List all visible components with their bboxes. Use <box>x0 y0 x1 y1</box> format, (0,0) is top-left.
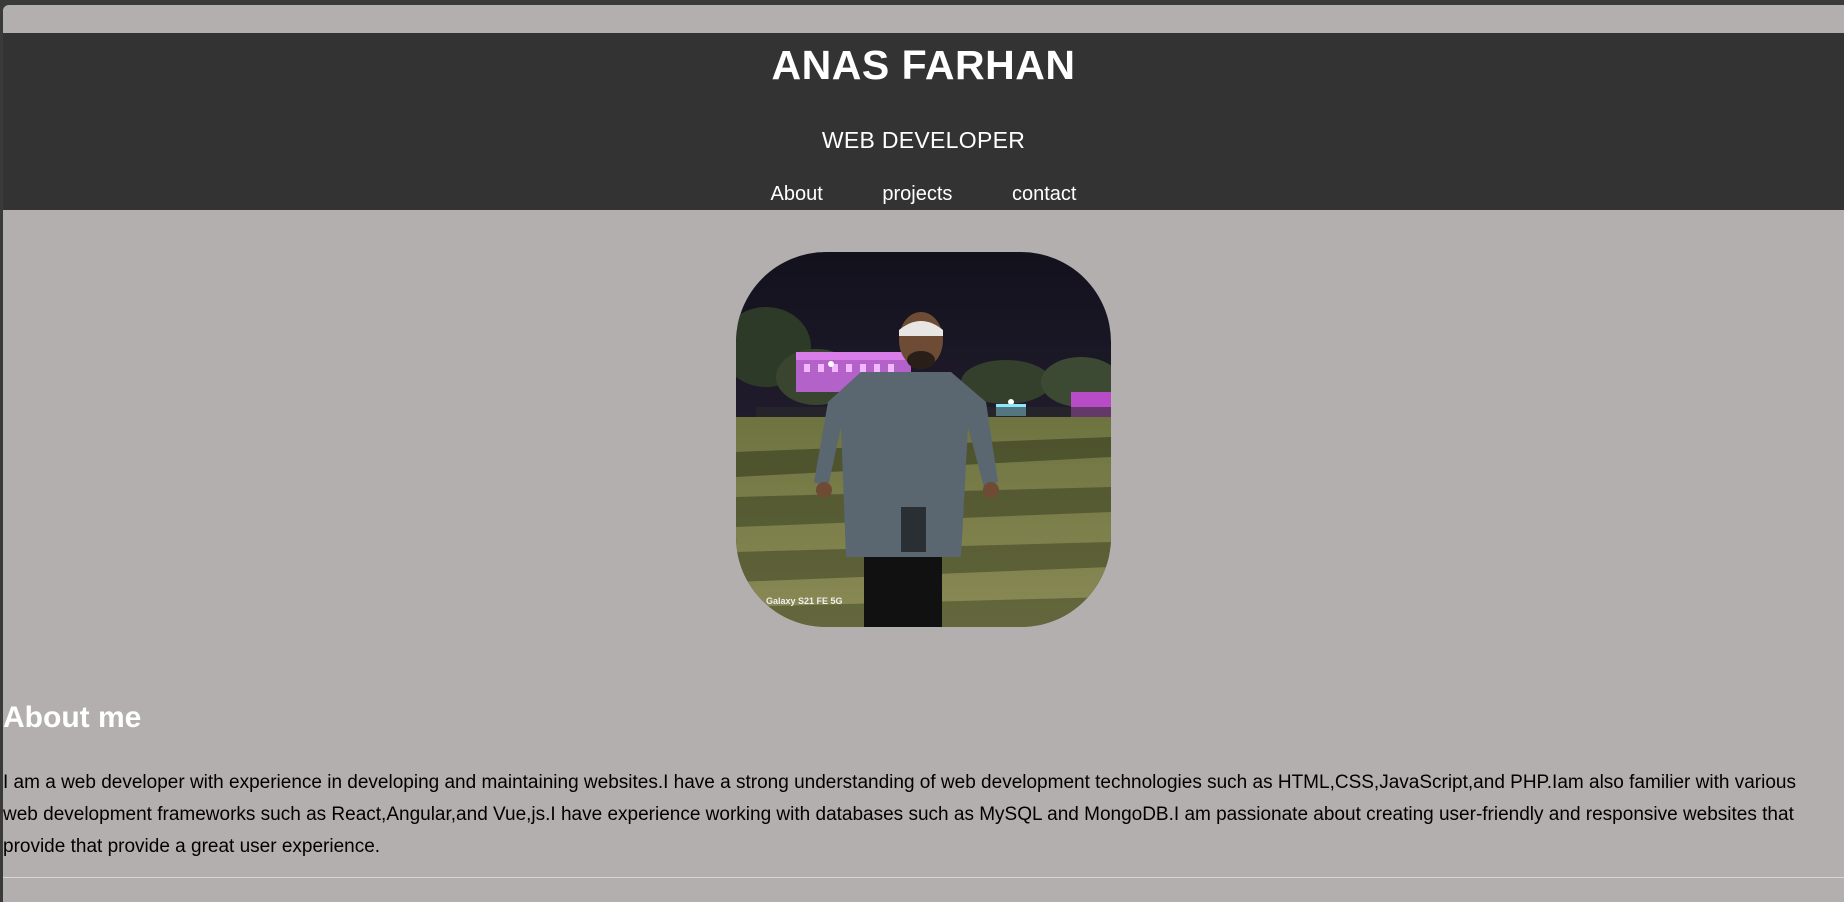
nav-link-contact[interactable]: contact <box>1012 183 1076 206</box>
photo-watermark: Galaxy S21 FE 5G <box>766 596 843 606</box>
section-divider <box>3 877 1844 878</box>
about-heading: About me <box>3 701 142 734</box>
site-name: ANAS FARHAN <box>771 42 1076 88</box>
nav-link-about[interactable]: About <box>771 183 823 206</box>
browser-viewport: ANAS FARHAN WEB DEVELOPER About projects… <box>3 5 1844 902</box>
site-header: ANAS FARHAN WEB DEVELOPER About projects… <box>3 33 1844 210</box>
main-nav: About projects contact <box>3 183 1844 206</box>
site-role: WEB DEVELOPER <box>821 127 1026 153</box>
about-paragraph: I am a web developer with experience in … <box>3 772 1796 857</box>
profile-photo: Galaxy S21 FE 5G <box>736 252 1111 627</box>
nav-link-projects[interactable]: projects <box>882 183 952 206</box>
profile-photo-image: Galaxy S21 FE 5G <box>736 252 1111 627</box>
top-strip <box>3 5 1844 33</box>
